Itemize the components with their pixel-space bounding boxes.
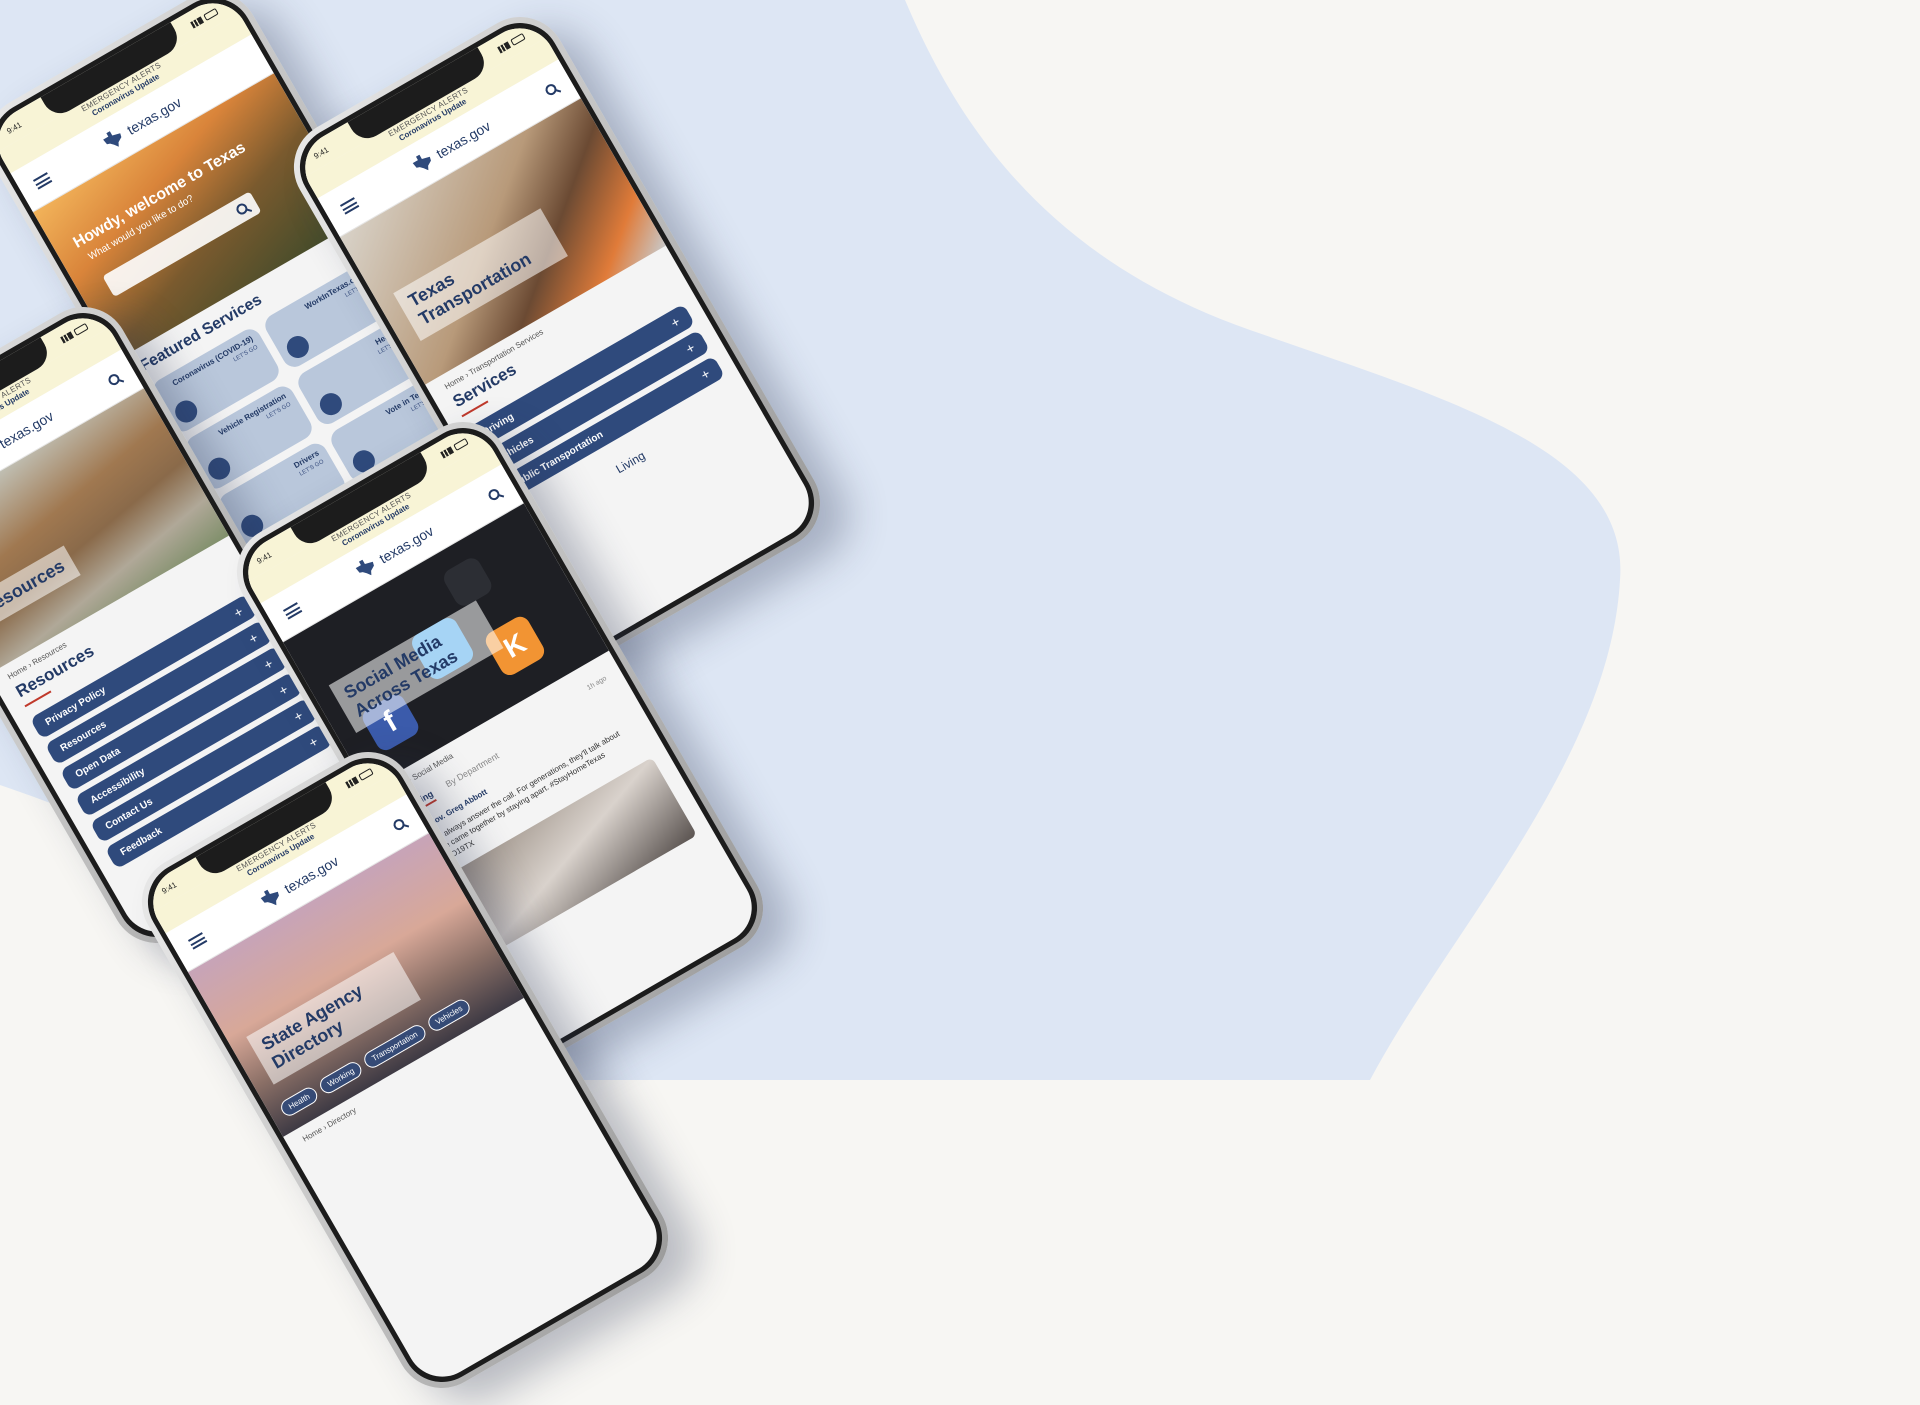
filter-pill[interactable]: Working <box>317 1058 365 1097</box>
battery-icon <box>357 767 374 781</box>
plus-icon: + <box>305 733 321 751</box>
signal-icon <box>189 15 204 29</box>
status-time: 9:41 <box>159 879 178 896</box>
search-icon[interactable] <box>391 816 407 832</box>
search-icon[interactable] <box>543 81 559 97</box>
hamburger-menu-icon[interactable] <box>339 196 360 215</box>
plus-icon: + <box>667 313 683 332</box>
search-icon[interactable] <box>234 201 250 217</box>
battery-icon <box>509 32 526 46</box>
texas-state-icon <box>103 131 122 147</box>
search-icon[interactable] <box>106 371 122 387</box>
hamburger-menu-icon[interactable] <box>32 171 53 190</box>
app-icon <box>440 554 495 610</box>
filter-pill[interactable]: Vehicles <box>424 996 474 1034</box>
hamburger-menu-icon[interactable] <box>282 601 303 620</box>
signal-icon <box>59 330 74 344</box>
texas-state-icon <box>412 154 431 171</box>
plus-icon: + <box>290 707 306 726</box>
hero-title: Resources <box>0 545 81 631</box>
heart-icon <box>315 389 346 420</box>
status-time: 9:41 <box>4 119 23 136</box>
plus-icon: + <box>275 681 291 700</box>
texas-state-icon <box>260 889 279 906</box>
plus-icon: + <box>682 339 698 358</box>
signal-icon <box>496 40 511 54</box>
texas-state-icon <box>355 559 374 576</box>
filter-pill[interactable]: Health <box>278 1084 321 1119</box>
battery-icon <box>452 437 469 451</box>
hero-title: Social Media Across Texas <box>328 600 504 733</box>
signal-icon <box>344 775 359 789</box>
plus-icon: + <box>245 629 261 648</box>
battery-icon <box>202 7 219 21</box>
battery-icon <box>72 322 89 336</box>
plus-icon: + <box>697 365 713 384</box>
signal-icon <box>439 445 454 459</box>
status-time: 9:41 <box>254 549 273 566</box>
worker-illustration-icon <box>282 331 313 363</box>
hamburger-menu-icon[interactable] <box>187 931 208 950</box>
search-icon[interactable] <box>486 486 502 502</box>
plus-icon: + <box>230 603 246 622</box>
plus-icon: + <box>260 655 276 674</box>
status-time: 9:41 <box>311 144 330 161</box>
